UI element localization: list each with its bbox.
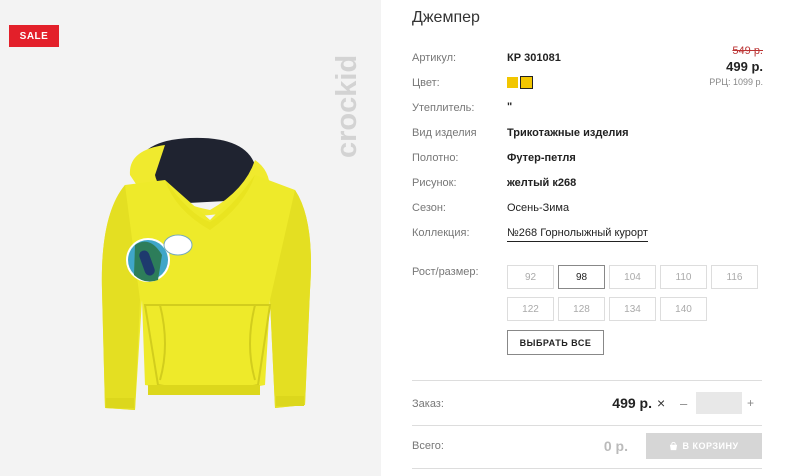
insulation-label: Утеплитель: [412,102,475,114]
size-option[interactable]: 140 [660,297,707,321]
brand-name: crockid [331,55,363,158]
size-option[interactable]: 92 [507,265,554,289]
size-option[interactable]: 128 [558,297,605,321]
collection-link-text[interactable]: №268 Горнолыжный курорт [507,227,648,242]
article-label: Артикул: [412,52,457,64]
divider [412,468,762,469]
insulation-value: " [507,101,513,113]
product-type-value: Трикотажные изделия [507,127,629,139]
size-option-selected[interactable]: 98 [558,265,605,289]
quantity-decrease-button[interactable]: – [680,396,687,411]
article-value: КР 301081 [507,52,561,64]
product-image-panel: SALE crockid [0,0,381,476]
collection-label: Коллекция: [412,227,470,239]
size-option[interactable]: 110 [660,265,707,289]
add-to-cart-button[interactable]: В КОРЗИНУ [646,433,762,459]
size-option[interactable]: 134 [609,297,656,321]
product-type-label: Вид изделия [412,127,477,139]
sale-badge: SALE [9,25,59,47]
current-price: 499 р. [726,59,763,74]
size-label: Рост/размер: [412,266,479,278]
cart-icon [670,441,678,450]
fabric-value: Футер-петля [507,152,576,164]
hoodie-product-image [101,137,311,410]
total-label: Всего: [412,440,444,452]
product-title: Джемпер [412,9,480,26]
season-label: Сезон: [412,202,446,214]
order-price: 499 р. [612,395,652,411]
color-swatch[interactable] [507,77,518,88]
season-value: Осень-Зима [507,202,570,214]
old-price: 549 р. [732,45,763,57]
brand-logo: crockid [331,55,363,158]
pattern-value: желтый к268 [507,177,577,189]
remove-item-button[interactable]: × [657,395,665,411]
collection-link[interactable]: №268 Горнолыжный курорт [507,227,648,242]
divider [412,425,762,426]
quantity-input[interactable] [696,392,742,414]
total-value: 0 р. [603,438,628,454]
select-all-sizes-button[interactable]: ВЫБРАТЬ ВСЕ [507,330,604,355]
fabric-label: Полотно: [412,152,459,164]
divider [412,380,762,381]
rrp-price: РРЦ: 1099 р. [709,77,763,87]
size-option[interactable]: 122 [507,297,554,321]
order-label: Заказ: [412,398,444,410]
pattern-label: Рисунок: [412,177,457,189]
quantity-increase-button[interactable]: + [747,396,754,410]
color-swatch-selected[interactable] [520,76,533,89]
size-option[interactable]: 116 [711,265,758,289]
size-option[interactable]: 104 [609,265,656,289]
color-label: Цвет: [412,77,440,89]
add-to-cart-label: В КОРЗИНУ [682,441,739,451]
